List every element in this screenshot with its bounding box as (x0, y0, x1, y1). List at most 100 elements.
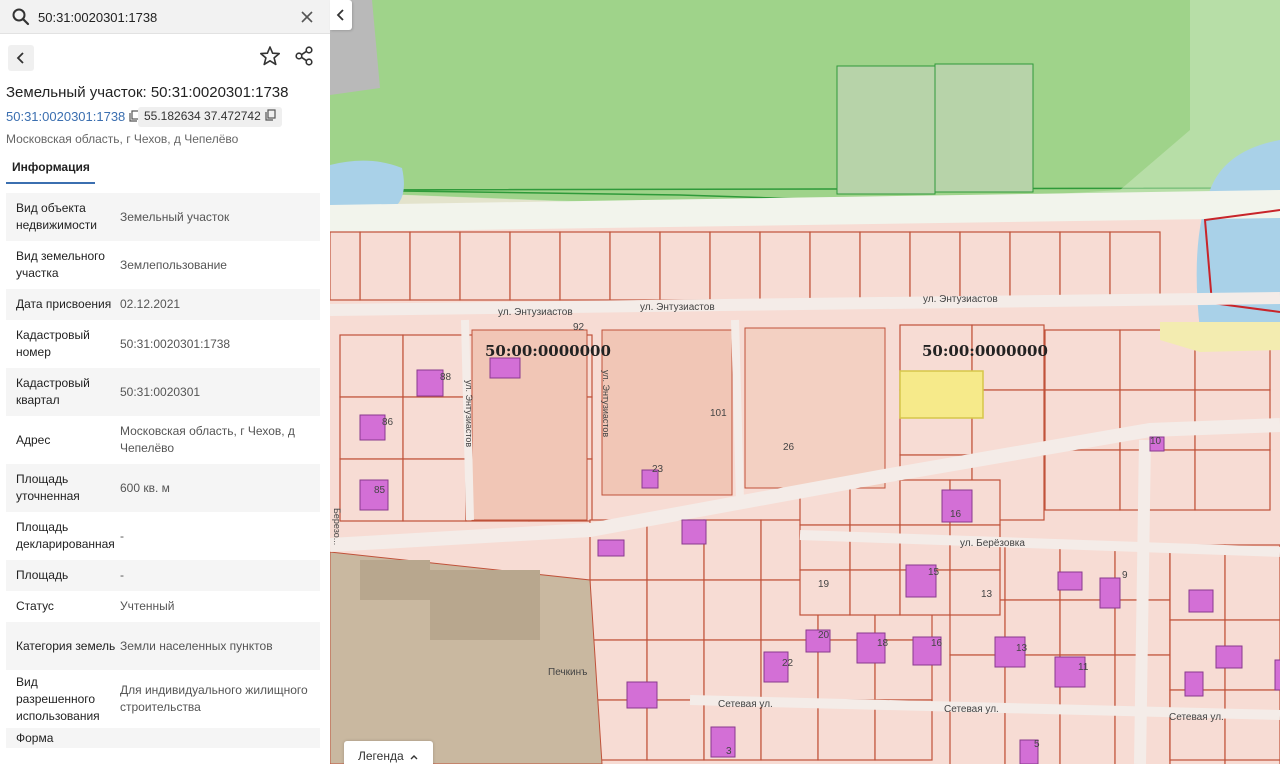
parcel[interactable] (609, 231, 661, 301)
coordinates-chip[interactable]: 55.182634 37.472742 (138, 107, 282, 127)
info-row-value: Для индивидуального жилищного строительс… (120, 683, 308, 714)
parcel[interactable] (899, 524, 951, 571)
street-label: ул. Берёзовка (960, 538, 1025, 549)
search-input[interactable] (38, 6, 288, 28)
info-row-key: Вид земельного участка (16, 249, 105, 280)
parcel[interactable] (759, 231, 811, 301)
parcel[interactable] (1044, 449, 1121, 511)
parcel[interactable] (402, 458, 467, 522)
map-canvas[interactable]: 50:00:0000000 50:00:0000000 ул. Энтузиасто… (330, 0, 1280, 764)
parcel[interactable] (589, 579, 648, 641)
building[interactable] (1099, 577, 1121, 609)
parcel[interactable] (949, 709, 1006, 764)
building[interactable] (681, 519, 707, 545)
selected-parcel[interactable] (899, 370, 984, 419)
legend-label: Легенда (358, 749, 404, 763)
parcel[interactable] (1119, 449, 1196, 511)
parcel[interactable] (339, 334, 404, 398)
street-label: Сетевая ул. (718, 699, 773, 710)
parcel[interactable] (1109, 231, 1161, 301)
street-label: Березо... (332, 508, 342, 545)
info-row-value: Землепользование (120, 257, 227, 272)
parcel[interactable] (1059, 231, 1111, 301)
cadastral-number[interactable]: 50:31:0020301:1738 (6, 109, 125, 124)
info-row-value: 50:31:0020301 (120, 384, 201, 399)
parcel[interactable] (359, 231, 411, 301)
info-row: Вид разрешенного использования Для индиви… (6, 670, 320, 728)
parcel[interactable] (703, 639, 762, 701)
parcel[interactable] (849, 524, 901, 571)
star-icon[interactable] (259, 45, 281, 67)
parcel[interactable] (509, 231, 561, 301)
info-row-key: Площадь уточненная (16, 472, 80, 503)
info-row-key: Дата присвоения (16, 297, 112, 311)
share-icon[interactable] (293, 45, 315, 67)
back-button[interactable] (8, 45, 34, 71)
plot-number: 20 (818, 630, 830, 641)
parcel[interactable] (1004, 544, 1061, 601)
street-label: ул. Энтузиастов (640, 302, 715, 313)
parcel[interactable] (646, 579, 705, 641)
info-row: Дата присвоения 02.12.2021 (6, 289, 320, 320)
parcel[interactable] (799, 569, 851, 616)
parcel[interactable] (1169, 689, 1226, 761)
parcel[interactable] (709, 231, 761, 301)
close-icon[interactable] (298, 8, 316, 26)
parcel[interactable] (949, 569, 1001, 616)
info-row: Кадастровый квартал 50:31:0020301 (6, 368, 320, 416)
plot-number: 85 (374, 485, 386, 496)
quarter-block (744, 327, 886, 489)
parcel[interactable] (959, 231, 1011, 301)
street-entuziastov-vertical (731, 319, 744, 501)
plot-number: 19 (818, 579, 830, 590)
copy-icon[interactable] (265, 109, 276, 121)
parcel[interactable] (859, 231, 911, 301)
plot-number: 86 (382, 417, 394, 428)
building[interactable] (489, 357, 521, 379)
parcel[interactable] (909, 231, 961, 301)
building[interactable] (1188, 589, 1214, 613)
info-table: Вид объекта недвижимости Земельный участо… (6, 193, 320, 748)
info-row: Вид земельного участка Землепользование (6, 241, 320, 289)
cadastral-number-link[interactable]: 50:31:0020301:1738 (6, 109, 140, 124)
plot-number: 16 (931, 638, 943, 649)
parcel[interactable] (402, 396, 467, 460)
industrial-building (360, 560, 430, 600)
street-label: ул. Энтузиастов (464, 380, 474, 447)
parcel[interactable] (1194, 449, 1271, 511)
parcel[interactable] (1009, 231, 1061, 301)
parcel[interactable] (330, 231, 361, 301)
chevron-left-icon (336, 9, 344, 21)
info-row-key: Вид разрешенного использования (16, 674, 100, 723)
parcel[interactable] (849, 569, 901, 616)
parcel[interactable] (1224, 689, 1280, 761)
collapse-panel-button[interactable] (330, 0, 352, 30)
parcel[interactable] (409, 231, 461, 301)
parcel[interactable] (646, 699, 705, 761)
legend-button[interactable]: Легенда (344, 741, 433, 764)
parcel[interactable] (703, 579, 762, 641)
building[interactable] (597, 539, 625, 557)
building[interactable] (1184, 671, 1204, 697)
parcel[interactable] (1044, 329, 1121, 391)
building[interactable] (1215, 645, 1243, 669)
search-icon[interactable] (11, 7, 31, 27)
plot-number: 5 (1034, 739, 1040, 750)
tab-information[interactable]: Информация (6, 156, 95, 184)
parcel[interactable] (659, 231, 711, 301)
coordinates: 55.182634 37.472742 (144, 109, 261, 123)
parcel[interactable] (459, 231, 511, 301)
street-label: Сетевая ул. (1169, 712, 1224, 723)
cadastral-map[interactable]: 50:00:0000000 50:00:0000000 ул. Энтузиасто… (330, 0, 1280, 764)
building[interactable] (626, 681, 658, 709)
info-row-value: Земельный участок (120, 209, 230, 224)
parcel[interactable] (559, 231, 611, 301)
street-label: ул. Энтузиастов (601, 370, 611, 437)
building[interactable] (1057, 571, 1083, 591)
parcel[interactable] (1059, 709, 1116, 764)
parcel[interactable] (1224, 549, 1280, 621)
parcel[interactable] (809, 231, 861, 301)
parcel[interactable] (703, 519, 762, 581)
building[interactable] (1274, 659, 1280, 691)
info-row: Форма (6, 728, 320, 748)
